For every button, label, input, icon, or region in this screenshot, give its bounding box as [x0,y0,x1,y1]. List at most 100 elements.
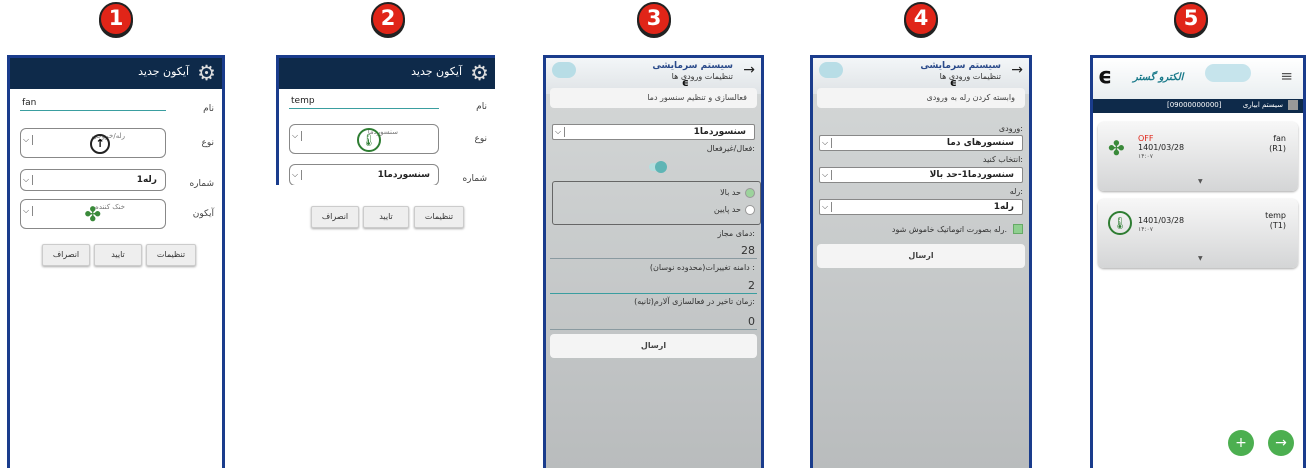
input-value: سنسورهای دما [946,138,1014,148]
choose-label: انتخاب کنید: [982,155,1023,164]
divider [550,329,757,330]
choose-select[interactable]: ⌵ سنسوردما1-حد بالا [819,167,1023,183]
sensor-select[interactable]: ⌵ سنسوردما1 [552,124,755,140]
chevron-down-icon: ⌵ [555,127,566,137]
chevron-down-icon: ⌵ [23,206,34,216]
icon-select[interactable]: ⌵ خنک کننده ✤ [20,199,166,229]
name-label: نام [476,102,487,112]
icon-label: آیکون [192,209,214,219]
type-select[interactable]: ⌵ رله/خروجی ↑ [20,128,166,158]
step-badge-2: 2 [371,2,405,36]
add-button[interactable]: + [1228,430,1254,456]
relay-select[interactable]: ⌵ رله1 [819,199,1023,215]
card-time: ۱۴:۰۷ [1138,153,1153,160]
chevron-down-icon[interactable]: ▼ [1198,178,1203,185]
type-select[interactable]: ⌵ سنسوردما 🌡 [289,124,439,154]
chevron-down-icon[interactable]: ▼ [1198,255,1203,262]
radio-upper-label: حد بالا [720,188,741,197]
active-toggle[interactable] [649,161,668,173]
next-button[interactable]: → [1268,430,1294,456]
header-subtitle: تنظیمات ورودی ها [671,72,733,81]
app-header: ϵ الکترو گستر ≡ [1093,58,1303,99]
chevron-down-icon: ⌵ [23,175,34,185]
fan-icon: ✤ [1108,136,1125,160]
settings-button[interactable]: تنظیمات [414,206,464,228]
button-row-2: تنظیمات تایید انصراف [279,206,495,230]
button-row: تنظیمات تایید انصراف [10,244,222,268]
cancel-button[interactable]: انصراف [311,206,359,228]
confirm-button[interactable]: تایید [94,244,142,266]
page-title: آیکون جدید [411,65,462,78]
relay-label: رله: [1009,187,1023,196]
input-label: ورودی: [998,124,1023,133]
card-name: fan [1273,134,1286,143]
name-input[interactable]: temp [289,96,439,109]
arrow-right-icon[interactable]: → [1011,62,1023,78]
section-bar[interactable]: فعالسازی و تنظیم سنسور دما [550,88,757,108]
screen-dashboard: ϵ الکترو گستر ≡ سیستم ابیاری [0900000000… [1090,55,1306,468]
radio-upper[interactable] [745,188,755,198]
header-title: سیستم سرمایشی [652,61,733,71]
range-value[interactable]: 2 [748,279,755,292]
send-button[interactable]: ارسال [550,334,757,358]
chevron-down-icon: ⌵ [822,138,833,148]
cloud-decoration [552,62,576,78]
screen-relay-link: سیستم سرمایشی تنظیمات ورودی ها ϵ → وابست… [810,55,1032,468]
choose-value: سنسوردما1-حد بالا [929,170,1014,180]
settings-button[interactable]: تنظیمات [146,244,196,266]
thermometer-icon: 🌡 [356,128,381,152]
device-phone: [09000000000] [1167,101,1222,109]
type-row: نوع ⌵ رله/خروجی ↑ [10,124,222,164]
app-header: ⚙ آیکون جدید [10,58,222,89]
step-badge-4: 4 [904,2,938,36]
header-title: سیستم سرمایشی [920,61,1001,71]
send-button[interactable]: ارسال [817,244,1025,268]
logo-text: الکترو گستر [1133,72,1184,83]
chevron-down-icon: ⌵ [292,131,303,141]
gear-icon[interactable]: ⚙ [470,61,489,85]
sensor-value: سنسوردما1 [693,127,746,137]
card-date: 1401/03/28 [1138,216,1185,225]
card-name: temp [1265,211,1286,220]
device-card-fan[interactable]: ✤ OFF 1401/03/28 ۱۴:۰۷ fan (R1) ▼ [1098,122,1298,191]
radio-lower[interactable] [745,205,755,215]
step-badge-5: 5 [1174,2,1208,36]
device-title: سیستم ابیاری [1242,101,1283,109]
cancel-button[interactable]: انصراف [42,244,90,266]
auto-off-label: رله بصورت اتوماتیک خاموش شود. [891,225,1007,234]
number-select[interactable]: ⌵ رله1 [20,169,166,191]
delay-value[interactable]: 0 [748,315,755,328]
device-card-temp[interactable]: 🌡 1401/03/28 ۱۴:۰۷ temp (T1) ▼ [1098,199,1298,268]
delay-label: زمان تاخیر در فعالسازی آلارم(ثانیه): [634,297,755,306]
active-label: فعال/غیرفعال: [706,144,755,153]
number-select[interactable]: ⌵ سنسوردما1 [289,164,439,185]
radio-lower-label: حد پایین [713,205,741,214]
gear-icon[interactable]: ⚙ [197,61,216,85]
card-time: ۱۴:۰۷ [1138,226,1153,233]
section-bar[interactable]: وابسته کردن رله به ورودی [817,88,1025,108]
arrow-up-circle-icon: ↑ [90,134,111,154]
app-header: ⚙ آیکون جدید [279,58,495,89]
type-row: نوع ⌵ سنسوردما 🌡 [279,120,495,160]
name-input[interactable]: fan [20,98,166,111]
allowed-label: دمای مجاز: [717,229,755,238]
number-label: شماره [189,179,214,189]
screen-new-icon-temp: ⚙ آیکون جدید نام temp نوع ⌵ سنسوردما 🌡 ش… [276,55,495,185]
card-id: (R1) [1269,144,1286,153]
input-select[interactable]: ⌵ سنسورهای دما [819,135,1023,151]
screen-input-settings: سیستم سرمایشی تنظیمات ورودی ها ϵ → فعالس… [543,55,764,468]
page-title: آیکون جدید [138,65,189,78]
arrow-right-icon[interactable]: → [743,62,755,78]
device-bar: سیستم ابیاری [09000000000] [1093,99,1303,113]
chevron-down-icon: ⌵ [292,170,303,180]
type-label: نوع [201,138,214,148]
name-label: نام [203,104,214,114]
number-value: سنسوردما1 [377,170,430,180]
allowed-value[interactable]: 28 [741,244,755,257]
cloud-decoration [819,62,843,78]
range-label: دامنه تغییرات(محدوده نوسان) : [649,263,755,272]
menu-icon[interactable]: ≡ [1280,67,1293,85]
auto-off-checkbox[interactable] [1013,224,1023,234]
card-id: (T1) [1269,221,1286,230]
confirm-button[interactable]: تایید [363,206,409,228]
